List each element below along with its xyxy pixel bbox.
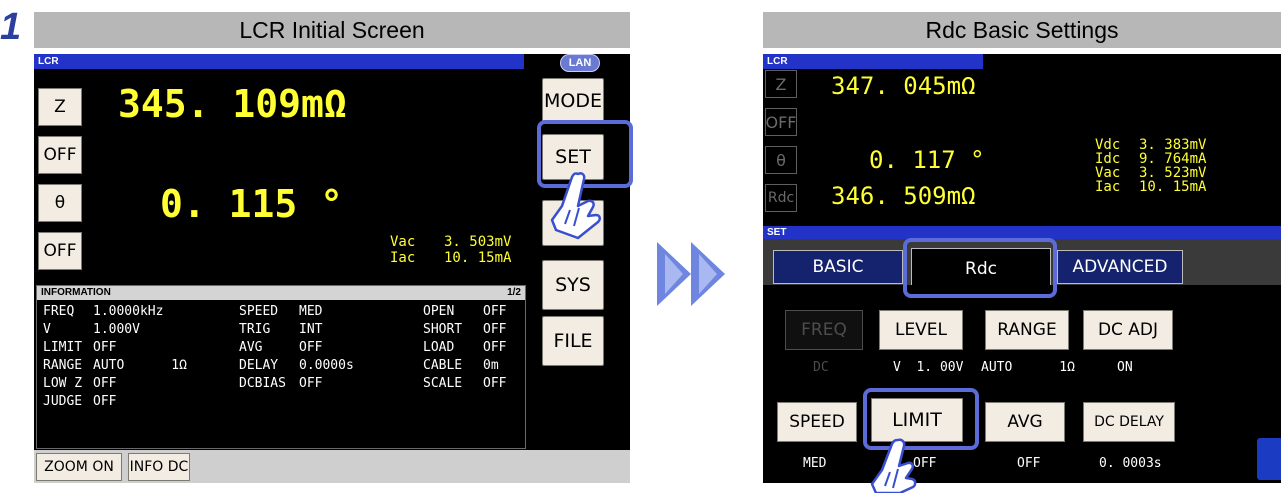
- information-header: INFORMATION 1/2: [37, 286, 525, 300]
- mode-button[interactable]: MODE: [542, 78, 604, 124]
- rdc-value: 346. 509mΩ: [831, 182, 976, 210]
- next-step-arrow-icon: [657, 242, 725, 306]
- info-value: OFF: [93, 376, 117, 391]
- page-scroll-tab[interactable]: [1257, 438, 1281, 480]
- information-panel: INFORMATION 1/2 FREQ 1.0000kHz SPEED MED…: [36, 285, 526, 449]
- iac-label: Iac: [390, 250, 416, 266]
- vac-label: Vac: [390, 234, 416, 250]
- param-rdc-button[interactable]: Rdc: [765, 184, 797, 212]
- info-value: OFF: [299, 340, 323, 355]
- bottom-bar: ZOOM ON INFO DC: [34, 450, 630, 483]
- vac-label: Vac: [1095, 165, 1121, 181]
- avg-value: OFF: [1017, 456, 1041, 471]
- info-label: FREQ: [43, 304, 75, 319]
- left-lcr-screen: LCR LAN Z OFF θ OFF 345. 109mΩ 0. 115 ° …: [34, 54, 630, 483]
- tab-advanced[interactable]: ADVANCED: [1057, 250, 1183, 284]
- info-value: OFF: [93, 340, 117, 355]
- iac-value: 10. 15mA: [1139, 179, 1207, 195]
- info-label: LIMIT: [43, 340, 83, 355]
- info-label: JUDGE: [43, 394, 83, 409]
- information-title: INFORMATION: [41, 287, 111, 298]
- info-value: AUTO 1Ω: [93, 358, 187, 373]
- vdc-label: Vdc: [1095, 137, 1121, 153]
- iac-label: Iac: [1095, 179, 1121, 195]
- level-button[interactable]: LEVEL: [879, 310, 963, 350]
- param2-button[interactable]: θ: [765, 146, 797, 174]
- lan-badge: LAN: [560, 54, 600, 72]
- information-body: FREQ 1.0000kHz SPEED MED OPEN OFF V 1.00…: [37, 300, 525, 448]
- tab-basic[interactable]: BASIC: [773, 250, 903, 284]
- info-label: SCALE: [423, 376, 463, 391]
- info-value: 0m: [483, 358, 499, 373]
- level-value: V 1. 00V: [893, 360, 964, 375]
- primary-measurement: 345. 109mΩ: [118, 82, 347, 126]
- param1-button[interactable]: Z: [38, 88, 82, 126]
- info-label: AVG: [239, 340, 263, 355]
- speed-button[interactable]: SPEED: [777, 402, 857, 442]
- phase-value: 0. 117 °: [869, 146, 985, 174]
- info-value: OFF: [483, 322, 507, 337]
- iac-value: 10. 15mA: [444, 250, 512, 266]
- info-dc-button[interactable]: INFO DC: [128, 453, 190, 481]
- info-label: LOAD: [423, 340, 455, 355]
- impedance-value: 347. 045mΩ: [831, 72, 976, 100]
- param2-button[interactable]: θ: [38, 184, 82, 222]
- info-value: OFF: [299, 376, 323, 391]
- range-value: AUTO 1Ω: [981, 360, 1075, 375]
- lcr-mode-strip: LCR: [34, 54, 524, 69]
- param1-off-button[interactable]: OFF: [765, 108, 797, 136]
- info-label: CABLE: [423, 358, 463, 373]
- secondary-measurement: 0. 115 °: [160, 182, 344, 226]
- range-button[interactable]: RANGE: [985, 310, 1069, 350]
- speed-value: MED: [803, 456, 827, 471]
- information-page: 1/2: [507, 287, 521, 298]
- vac-value: 3. 523mV: [1139, 165, 1207, 181]
- info-value: 1.000V: [93, 322, 140, 337]
- info-label: V: [43, 322, 51, 337]
- freq-button: FREQ: [785, 310, 863, 350]
- info-value: OFF: [483, 340, 507, 355]
- vac-value: 3. 503mV: [444, 234, 512, 250]
- left-panel-title: LCR Initial Screen: [34, 12, 630, 48]
- avg-button[interactable]: AVG: [985, 402, 1065, 442]
- info-value: 1.0000kHz: [93, 304, 164, 319]
- dc-delay-button[interactable]: DC DELAY: [1083, 402, 1175, 442]
- info-label: SPEED: [239, 304, 279, 319]
- info-value: INT: [299, 322, 323, 337]
- lcr-mode-strip: LCR: [763, 54, 983, 69]
- step-number: 1: [0, 6, 22, 48]
- info-value: OFF: [483, 304, 507, 319]
- zoom-on-button[interactable]: ZOOM ON: [36, 453, 122, 481]
- info-value: OFF: [93, 394, 117, 409]
- param2-off-button[interactable]: OFF: [38, 232, 82, 270]
- info-label: TRIG: [239, 322, 271, 337]
- dc-adj-button[interactable]: DC ADJ: [1083, 310, 1173, 350]
- dc-delay-value: 0. 0003s: [1099, 456, 1162, 471]
- info-label: DCBIAS: [239, 376, 286, 391]
- idc-value: 9. 764mA: [1139, 151, 1207, 167]
- dc-adj-value: ON: [1117, 360, 1133, 375]
- vdc-value: 3. 383mV: [1139, 137, 1207, 153]
- sys-button[interactable]: SYS: [542, 260, 604, 310]
- info-value: OFF: [483, 376, 507, 391]
- param1-button[interactable]: Z: [765, 70, 797, 98]
- info-label: LOW Z: [43, 376, 83, 391]
- info-value: 0.0000s: [299, 358, 354, 373]
- info-label: RANGE: [43, 358, 83, 373]
- info-label: SHORT: [423, 322, 463, 337]
- info-label: OPEN: [423, 304, 455, 319]
- info-value: MED: [299, 304, 323, 319]
- tap-hand-icon: [550, 172, 601, 240]
- freq-value: DC: [813, 360, 829, 375]
- right-panel-title: Rdc Basic Settings: [763, 12, 1281, 48]
- tap-hand-icon: [870, 438, 917, 493]
- info-label: DELAY: [239, 358, 279, 373]
- file-button[interactable]: FILE: [542, 316, 604, 366]
- idc-label: Idc: [1095, 151, 1121, 167]
- rdc-tab-highlight: [903, 238, 1057, 298]
- param1-off-button[interactable]: OFF: [38, 136, 82, 174]
